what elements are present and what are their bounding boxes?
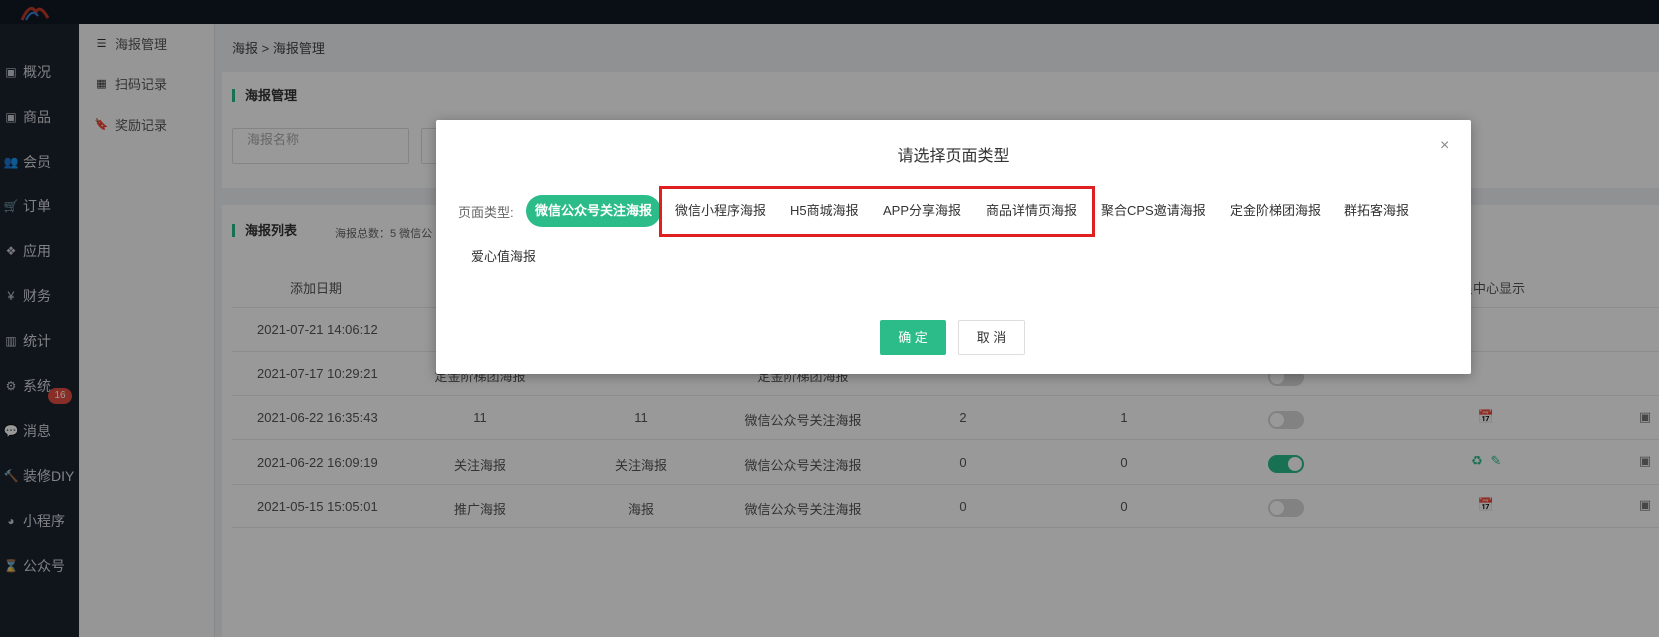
type-option-deposit-group[interactable]: 定金阶梯团海报 <box>1230 195 1321 227</box>
dialog-title: 请选择页面类型 <box>897 148 1010 165</box>
type-option-cps-invite[interactable]: 聚合CPS邀请海报 <box>1101 195 1206 227</box>
close-icon[interactable]: × <box>1440 137 1449 155</box>
type-option-wechat-follow[interactable]: 微信公众号关注海报 <box>526 195 662 227</box>
annotation-highlight-box <box>659 186 1095 237</box>
type-option-love-value[interactable]: 爱心值海报 <box>471 241 536 273</box>
confirm-button[interactable]: 确 定 <box>880 320 946 355</box>
cancel-button[interactable]: 取 消 <box>958 320 1025 355</box>
type-option-group-customer[interactable]: 群拓客海报 <box>1344 195 1409 227</box>
page-type-dialog: 请选择页面类型 × 页面类型: 微信公众号关注海报 微信小程序海报 H5商城海报… <box>436 120 1471 374</box>
page-type-label: 页面类型: <box>458 205 514 220</box>
